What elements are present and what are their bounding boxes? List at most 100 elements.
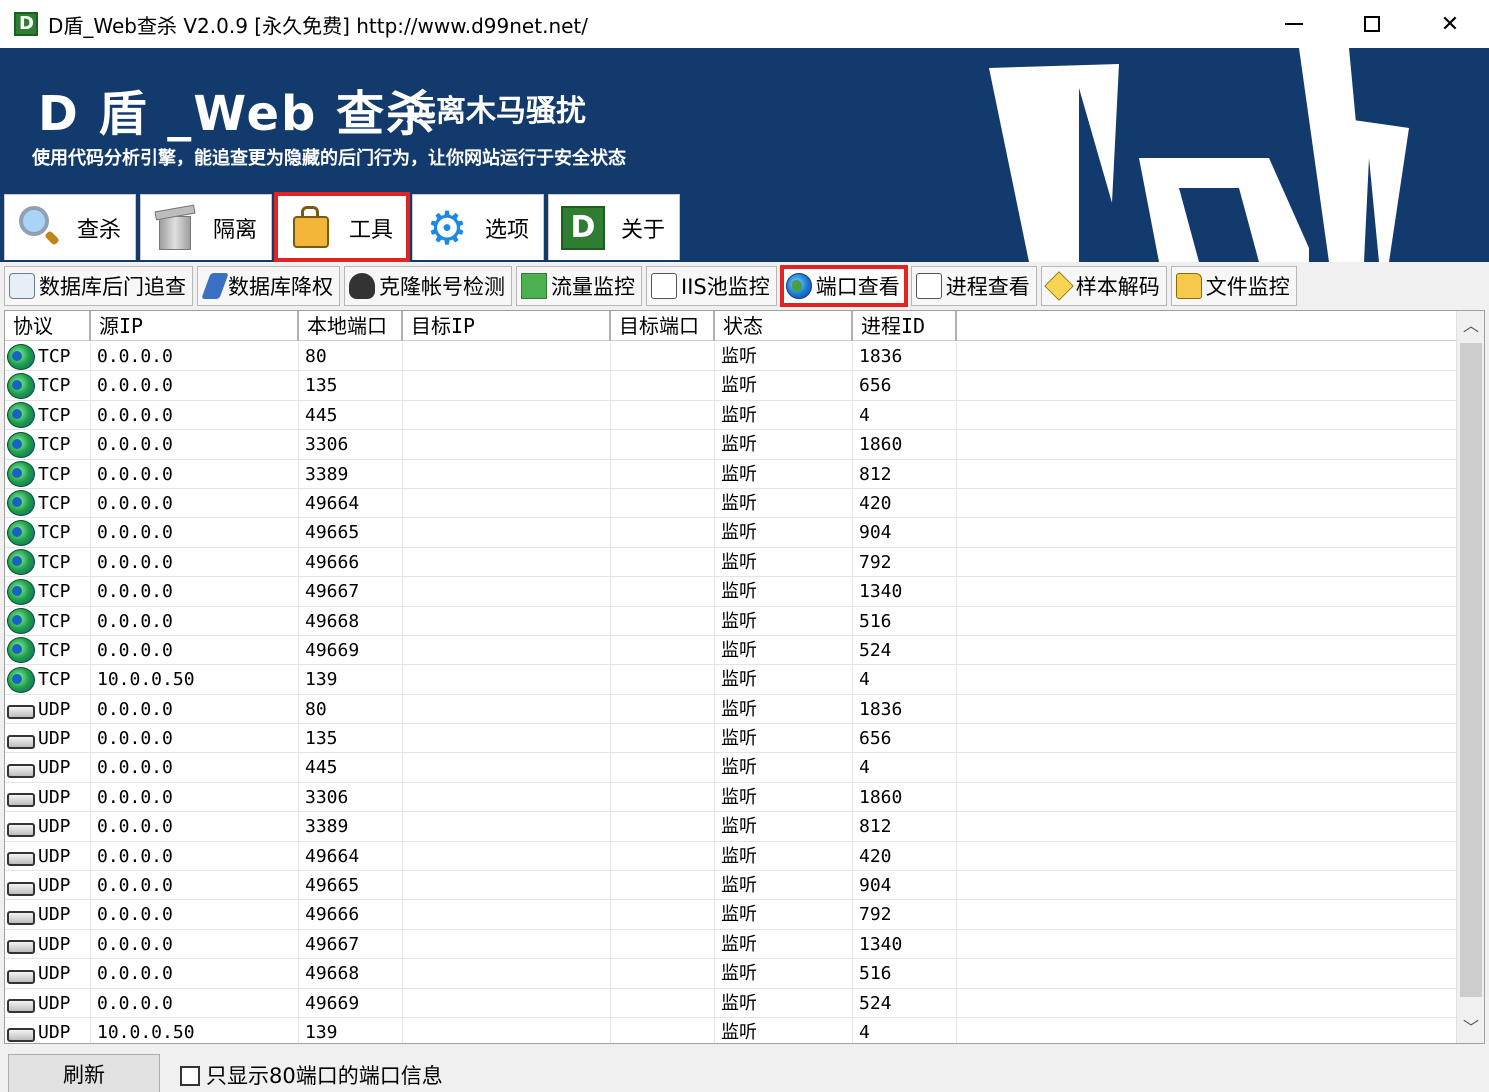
cell-pid: 904 [853,518,957,548]
table-row[interactable]: UDP 10.0.0.50 139 监听 4 [5,1017,1457,1043]
minimize-button[interactable] [1255,0,1333,48]
cell-pid: 1836 [853,694,957,724]
tab-options[interactable]: ⚙ 选项 [412,194,544,260]
cell-pid: 792 [853,547,957,577]
cell-pid: 4 [853,665,957,695]
cell-filler [957,959,1457,988]
table-row[interactable]: TCP 10.0.0.50 139 监听 4 [5,665,1457,695]
cell-source-ip: 0.0.0.0 [91,459,299,489]
refresh-button[interactable]: 刷新 [8,1054,160,1092]
cell-pid: 4 [853,1017,957,1043]
cell-local-port: 49667 [299,929,403,959]
table-row[interactable]: TCP 0.0.0.0 135 监听 656 [5,371,1457,401]
table-row[interactable]: UDP 0.0.0.0 3389 监听 812 [5,812,1457,842]
d-logo-icon: D [559,204,607,252]
subtab-process-view[interactable]: 进程查看 [910,266,1037,306]
column-header-target-ip[interactable]: 目标IP [403,311,611,341]
cell-target-port [611,929,715,959]
column-header-target-port[interactable]: 目标端口 [611,311,715,341]
network-card-icon [7,940,35,955]
protocol-text: UDP [38,992,71,1014]
subtab-iis-pool[interactable]: IIS池监控 [646,266,777,306]
cell-target-port [611,841,715,871]
cell-target-ip [403,812,611,842]
table-row[interactable]: TCP 0.0.0.0 80 监听 1836 [5,342,1457,372]
column-header-source-ip[interactable]: 源IP [91,311,299,341]
table-row[interactable]: TCP 0.0.0.0 49664 监听 420 [5,488,1457,519]
cell-source-ip: 0.0.0.0 [91,988,299,1018]
table-row[interactable]: TCP 0.0.0.0 49667 监听 1340 [5,577,1457,607]
globe-icon [7,461,35,488]
port-table[interactable]: 协议 源IP 本地端口 目标IP 目标端口 状态 进程ID TCP 0.0.0.0… [4,310,1485,1044]
table-row[interactable]: TCP 0.0.0.0 49669 监听 524 [5,635,1457,666]
cell-local-port: 139 [299,1017,403,1043]
process-icon [915,273,942,299]
network-card-icon [7,910,35,925]
subtab-traffic-monitor[interactable]: 流量监控 [516,266,642,306]
cell-target-port [611,518,715,548]
table-row[interactable]: TCP 0.0.0.0 445 监听 4 [5,400,1457,431]
table-row[interactable]: UDP 0.0.0.0 3306 监听 1860 [5,782,1457,813]
diamond-icon [1044,271,1074,301]
subtab-db-backdoor[interactable]: 数据库后门追查 [4,266,193,306]
network-card-icon [7,822,35,837]
cell-source-ip: 0.0.0.0 [91,929,299,959]
tab-quarantine[interactable]: 隔离 [140,194,272,260]
cell-local-port: 49665 [299,871,403,901]
port80-only-checkbox[interactable] [180,1066,200,1086]
table-row[interactable]: TCP 0.0.0.0 3306 监听 1860 [5,430,1457,460]
cell-state: 监听 [715,342,853,371]
cell-target-ip [403,1017,611,1043]
table-row[interactable]: UDP 0.0.0.0 49667 监听 1340 [5,929,1457,960]
maximize-button[interactable] [1333,0,1411,48]
table-row[interactable]: UDP 0.0.0.0 49666 监听 792 [5,900,1457,930]
cell-target-port [611,342,715,371]
network-card-icon [7,969,35,984]
scroll-up-icon[interactable]: ︿ [1457,311,1484,341]
cell-local-port: 49667 [299,577,403,607]
subtab-label: 数据库降权 [228,275,333,299]
close-button[interactable]: ✕ [1411,0,1489,48]
cell-filler [957,871,1457,900]
tab-about[interactable]: D 关于 [548,194,680,260]
vertical-scrollbar[interactable]: ︿ ﹀ [1456,311,1484,1043]
table-row[interactable]: UDP 0.0.0.0 49664 监听 420 [5,841,1457,872]
scroll-thumb[interactable] [1460,343,1482,997]
port80-only-label[interactable]: 只显示80端口的端口信息 [206,1060,443,1090]
column-header-local-port[interactable]: 本地端口 [299,311,403,341]
table-row[interactable]: TCP 0.0.0.0 49666 监听 792 [5,547,1457,578]
column-header-state[interactable]: 状态 [715,311,853,341]
table-row[interactable]: TCP 0.0.0.0 3389 监听 812 [5,459,1457,489]
cell-filler [957,842,1457,871]
table-row[interactable]: UDP 0.0.0.0 445 监听 4 [5,753,1457,783]
cell-target-ip [403,724,611,754]
maximize-icon [1364,16,1380,32]
subtab-sample-decode[interactable]: 样本解码 [1040,266,1167,306]
cell-target-ip [403,959,611,989]
cell-local-port: 3306 [299,430,403,460]
subtab-label: 端口查看 [815,275,900,299]
cell-source-ip: 0.0.0.0 [91,900,299,930]
cell-protocol: UDP [5,1017,91,1043]
cell-local-port: 49666 [299,900,403,930]
table-row[interactable]: TCP 0.0.0.0 49668 监听 516 [5,606,1457,636]
table-row[interactable]: UDP 0.0.0.0 49669 监听 524 [5,988,1457,1018]
table-row[interactable]: UDP 0.0.0.0 80 监听 1836 [5,694,1457,725]
tab-scan[interactable]: 查杀 [4,194,136,260]
subtab-clone-account[interactable]: 克隆帐号检测 [344,266,512,306]
table-row[interactable]: UDP 0.0.0.0 49668 监听 516 [5,959,1457,989]
table-row[interactable]: TCP 0.0.0.0 49665 监听 904 [5,518,1457,548]
column-header-protocol[interactable]: 协议 [5,311,91,341]
cell-local-port: 445 [299,753,403,783]
scroll-down-icon[interactable]: ﹀ [1457,1013,1484,1043]
window-title: D盾_Web查杀 V2.0.9 [永久免费] http://www.d99net… [48,13,588,38]
table-row[interactable]: UDP 0.0.0.0 49665 监听 904 [5,871,1457,901]
cell-filler [957,460,1457,489]
cell-state: 监听 [715,753,853,783]
tab-tools[interactable]: 工具 [274,192,410,262]
column-header-pid[interactable]: 进程ID [853,311,957,341]
subtab-file-monitor[interactable]: 文件监控 [1170,266,1297,306]
subtab-port-view[interactable]: 端口查看 [779,265,908,307]
subtab-db-privilege[interactable]: 数据库降权 [197,266,340,306]
table-row[interactable]: UDP 0.0.0.0 135 监听 656 [5,724,1457,754]
